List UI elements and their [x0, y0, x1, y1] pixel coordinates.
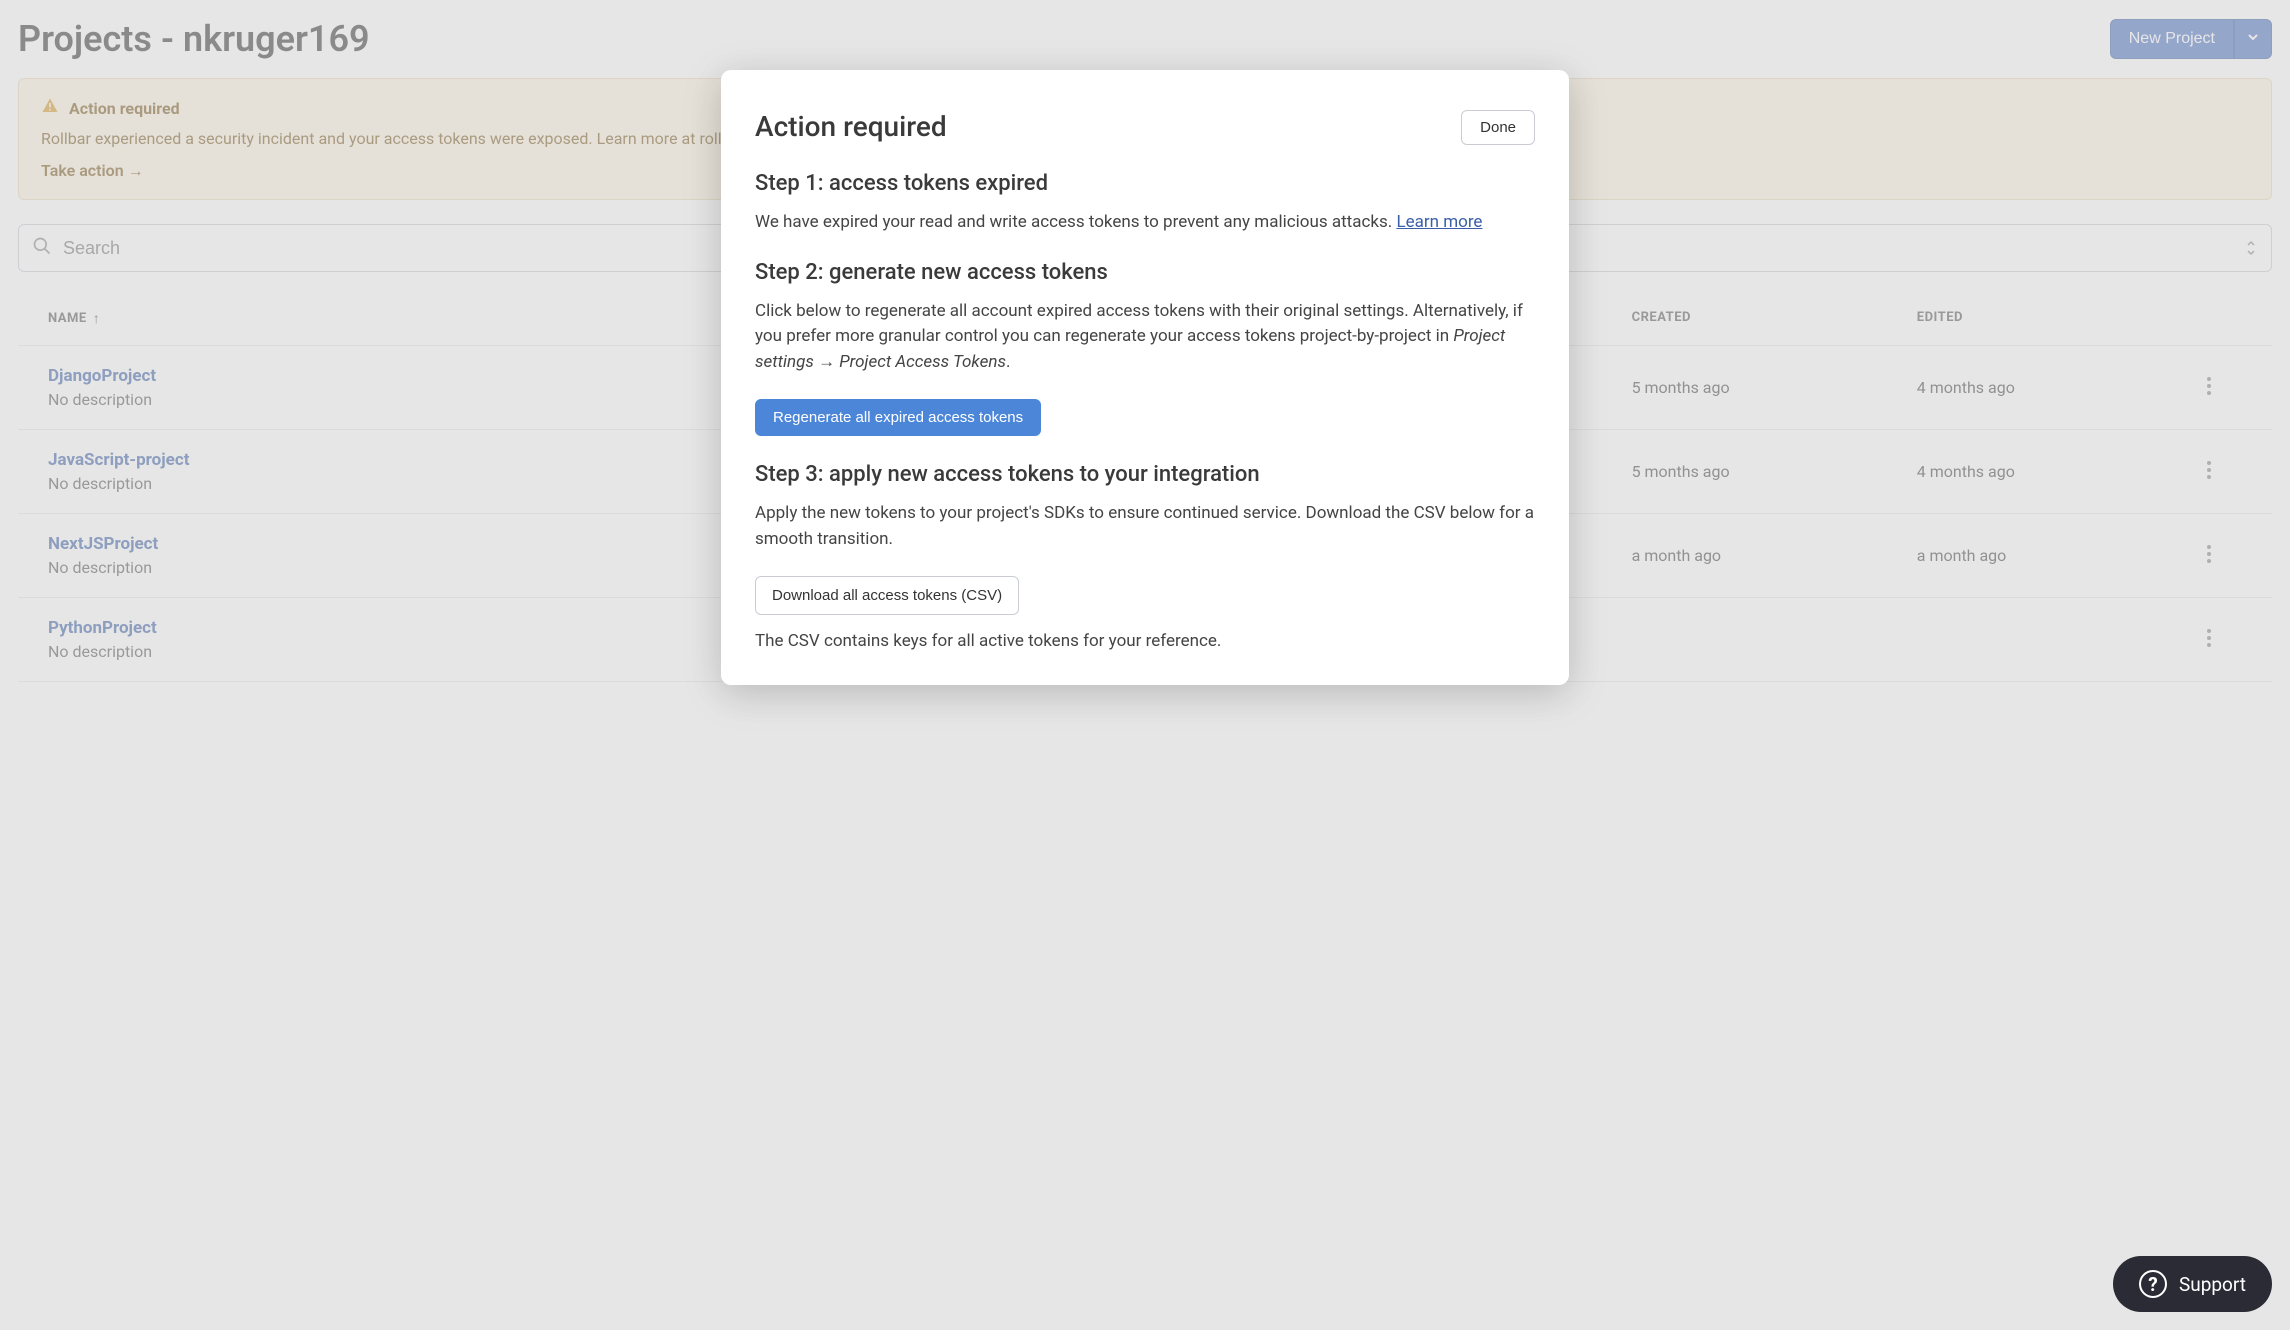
csv-note: The CSV contains keys for all active tok…	[755, 631, 1535, 651]
step1-heading: Step 1: access tokens expired	[755, 171, 1535, 196]
download-csv-button[interactable]: Download all access tokens (CSV)	[755, 576, 1019, 615]
support-button[interactable]: ? Support	[2113, 1256, 2272, 1312]
done-button[interactable]: Done	[1461, 110, 1535, 145]
support-label: Support	[2179, 1273, 2246, 1296]
step2-text: Click below to regenerate all account ex…	[755, 299, 1535, 376]
step3-heading: Step 3: apply new access tokens to your …	[755, 462, 1535, 487]
step1-text: We have expired your read and write acce…	[755, 210, 1535, 236]
step3-text: Apply the new tokens to your project's S…	[755, 501, 1535, 552]
modal-title: Action required	[755, 110, 947, 143]
step2-heading: Step 2: generate new access tokens	[755, 260, 1535, 285]
help-icon: ?	[2139, 1270, 2167, 1298]
action-required-modal: Action required Done Step 1: access toke…	[721, 70, 1569, 685]
learn-more-link[interactable]: Learn more	[1396, 212, 1482, 232]
regenerate-tokens-button[interactable]: Regenerate all expired access tokens	[755, 399, 1041, 436]
